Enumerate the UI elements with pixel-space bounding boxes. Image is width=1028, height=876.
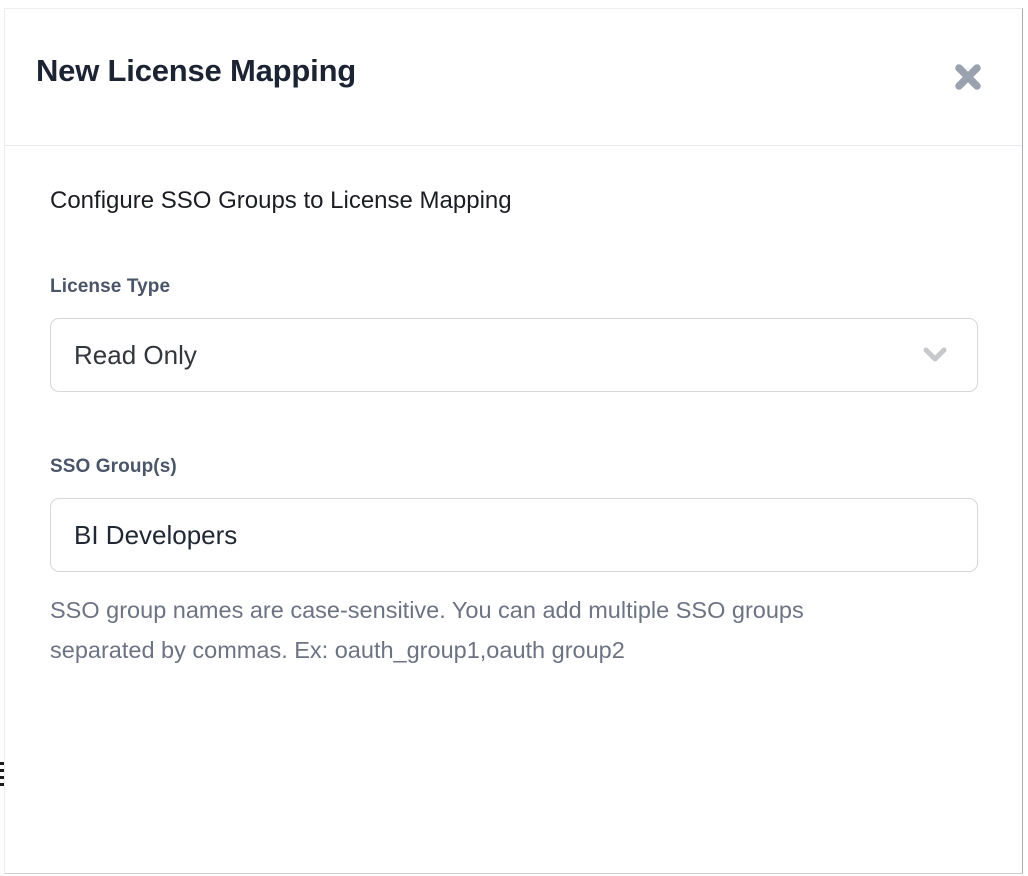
dialog-body: Configure SSO Groups to License Mapping …	[5, 146, 1022, 873]
sso-groups-label: SSO Group(s)	[50, 456, 177, 478]
license-type-label: License Type	[50, 276, 170, 298]
close-icon	[952, 61, 984, 93]
license-type-selected-value: Read Only	[51, 340, 197, 371]
close-button[interactable]	[948, 57, 988, 97]
new-license-mapping-dialog: New License Mapping Configure SSO Groups…	[4, 8, 1023, 874]
chevron-down-icon	[919, 339, 951, 371]
section-heading: Configure SSO Groups to License Mapping	[50, 187, 512, 215]
sso-groups-help-text: SSO group names are case-sensitive. You …	[50, 590, 900, 670]
dialog-title: New License Mapping	[36, 53, 356, 89]
sso-groups-input[interactable]	[50, 498, 978, 572]
license-type-select[interactable]: Read Only	[50, 318, 978, 392]
dialog-header: New License Mapping	[5, 9, 1022, 146]
